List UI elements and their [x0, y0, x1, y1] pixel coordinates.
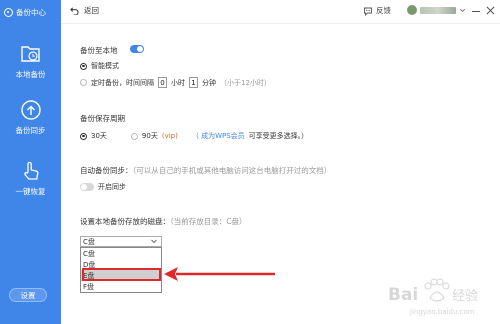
- disk-select-value: C盘: [83, 237, 95, 246]
- smart-mode-radio[interactable]: [80, 62, 87, 70]
- highlight-box: [82, 268, 161, 281]
- auto-sync-row: 自动备份同步：（可以从自己的手机或其他电脑访问这台电脑打开过的文档）: [80, 165, 331, 176]
- retention-title: 备份保存周期: [80, 114, 125, 123]
- user-menu[interactable]: [407, 5, 466, 15]
- hours-input[interactable]: 0: [158, 77, 167, 88]
- retention-30-radio[interactable]: [80, 132, 87, 140]
- sidebar-item-local-backup[interactable]: 本地备份: [0, 42, 61, 82]
- sidebar: 备份中心 本地备份 备份同步 一键恢复 设置: [0, 0, 61, 324]
- vip-tag: (vip): [161, 132, 178, 140]
- feedback-label: 反馈: [376, 6, 391, 15]
- chat-bubble-icon: [364, 7, 372, 16]
- timed-backup-label: 定时备份，时间间隔: [91, 78, 154, 87]
- disk-option-c[interactable]: C盘: [81, 248, 161, 259]
- sidebar-item-label: 一键恢复: [15, 187, 46, 196]
- blurred-username: [420, 6, 456, 14]
- close-icon[interactable]: [486, 6, 495, 15]
- auto-sync-hint: （可以从自己的手机或其他电脑访问这台电脑打开过的文档）: [132, 166, 332, 175]
- sidebar-item-one-click-restore[interactable]: 一键恢复: [0, 159, 61, 199]
- vip-link-suffix: 可享受更多选择。）: [248, 132, 309, 140]
- back-arrow-icon: [70, 7, 79, 15]
- backup-center-window: 备份中心 本地备份 备份同步 一键恢复 设置 返回 反馈 备份至本地 智能模式 …: [0, 0, 500, 324]
- brand-title: 备份中心: [16, 7, 46, 17]
- sidebar-item-backup-sync[interactable]: 备份同步: [0, 98, 61, 138]
- sync-toggle[interactable]: [80, 183, 94, 191]
- settings-button[interactable]: 设置: [9, 288, 47, 302]
- timed-hint: （小于12小时）: [220, 78, 271, 87]
- disk-option-f[interactable]: F盘: [81, 281, 161, 292]
- disk-title: 设置本地备份存放的磁盘：: [80, 217, 170, 226]
- avatar: [407, 5, 417, 15]
- disk-current-hint: （当前存放目录：C盘）: [170, 217, 247, 226]
- minimize-button[interactable]: [472, 11, 480, 13]
- smart-mode-label: 智能模式: [91, 62, 119, 70]
- svg-text:经验: 经验: [452, 288, 478, 304]
- feedback-button[interactable]: 反馈: [363, 5, 391, 16]
- backup-local-title: 备份至本地: [80, 46, 118, 55]
- chevron-down-icon: [460, 8, 465, 12]
- back-label: 返回: [84, 6, 99, 15]
- baidu-jingyan-watermark: Bai 经验 jingyan.baidu.com: [388, 278, 478, 316]
- minutes-unit: 分钟: [202, 78, 216, 87]
- backup-center-icon: [4, 7, 13, 17]
- retention-30-label: 30天: [91, 132, 107, 140]
- sidebar-item-label: 本地备份: [15, 70, 46, 79]
- hand-touch-icon: [18, 159, 44, 183]
- retention-options: 30天 90天 (vip) （ 成为WPS会员 可享受更多选择。）: [80, 131, 308, 141]
- folder-clock-icon: [18, 42, 44, 66]
- sync-toggle-label: 开启同步: [98, 183, 126, 191]
- timed-backup-radio[interactable]: [80, 79, 87, 86]
- cloud-upload-icon: [18, 98, 44, 122]
- disk-select[interactable]: C盘: [80, 236, 162, 247]
- timed-backup-option[interactable]: 定时备份，时间间隔 0 小时 1 分钟 （小于12小时）: [80, 77, 271, 88]
- disk-row: 设置本地备份存放的磁盘：（当前存放目录：C盘）: [80, 216, 247, 227]
- minutes-input[interactable]: 1: [189, 77, 198, 88]
- back-button[interactable]: 返回: [70, 5, 99, 16]
- retention-90-label: 90天: [141, 132, 158, 140]
- smart-mode-option[interactable]: 智能模式: [80, 61, 119, 71]
- hours-unit: 小时: [171, 78, 185, 87]
- watermark-sub: jingyan.baidu.com: [409, 308, 475, 316]
- retention-90-radio[interactable]: [130, 132, 138, 140]
- red-arrow-annotation: [164, 267, 275, 281]
- chevron-down-icon: [151, 239, 157, 244]
- backup-local-toggle[interactable]: [130, 45, 144, 53]
- brand: 备份中心: [4, 5, 46, 19]
- become-member-link[interactable]: （ 成为WPS会员: [192, 131, 245, 141]
- sidebar-item-label: 备份同步: [15, 126, 46, 135]
- top-bar: 返回 反馈: [61, 0, 500, 24]
- sync-toggle-row[interactable]: 开启同步: [80, 182, 126, 192]
- watermark-text: Bai: [388, 285, 418, 305]
- auto-sync-title: 自动备份同步：: [80, 166, 133, 175]
